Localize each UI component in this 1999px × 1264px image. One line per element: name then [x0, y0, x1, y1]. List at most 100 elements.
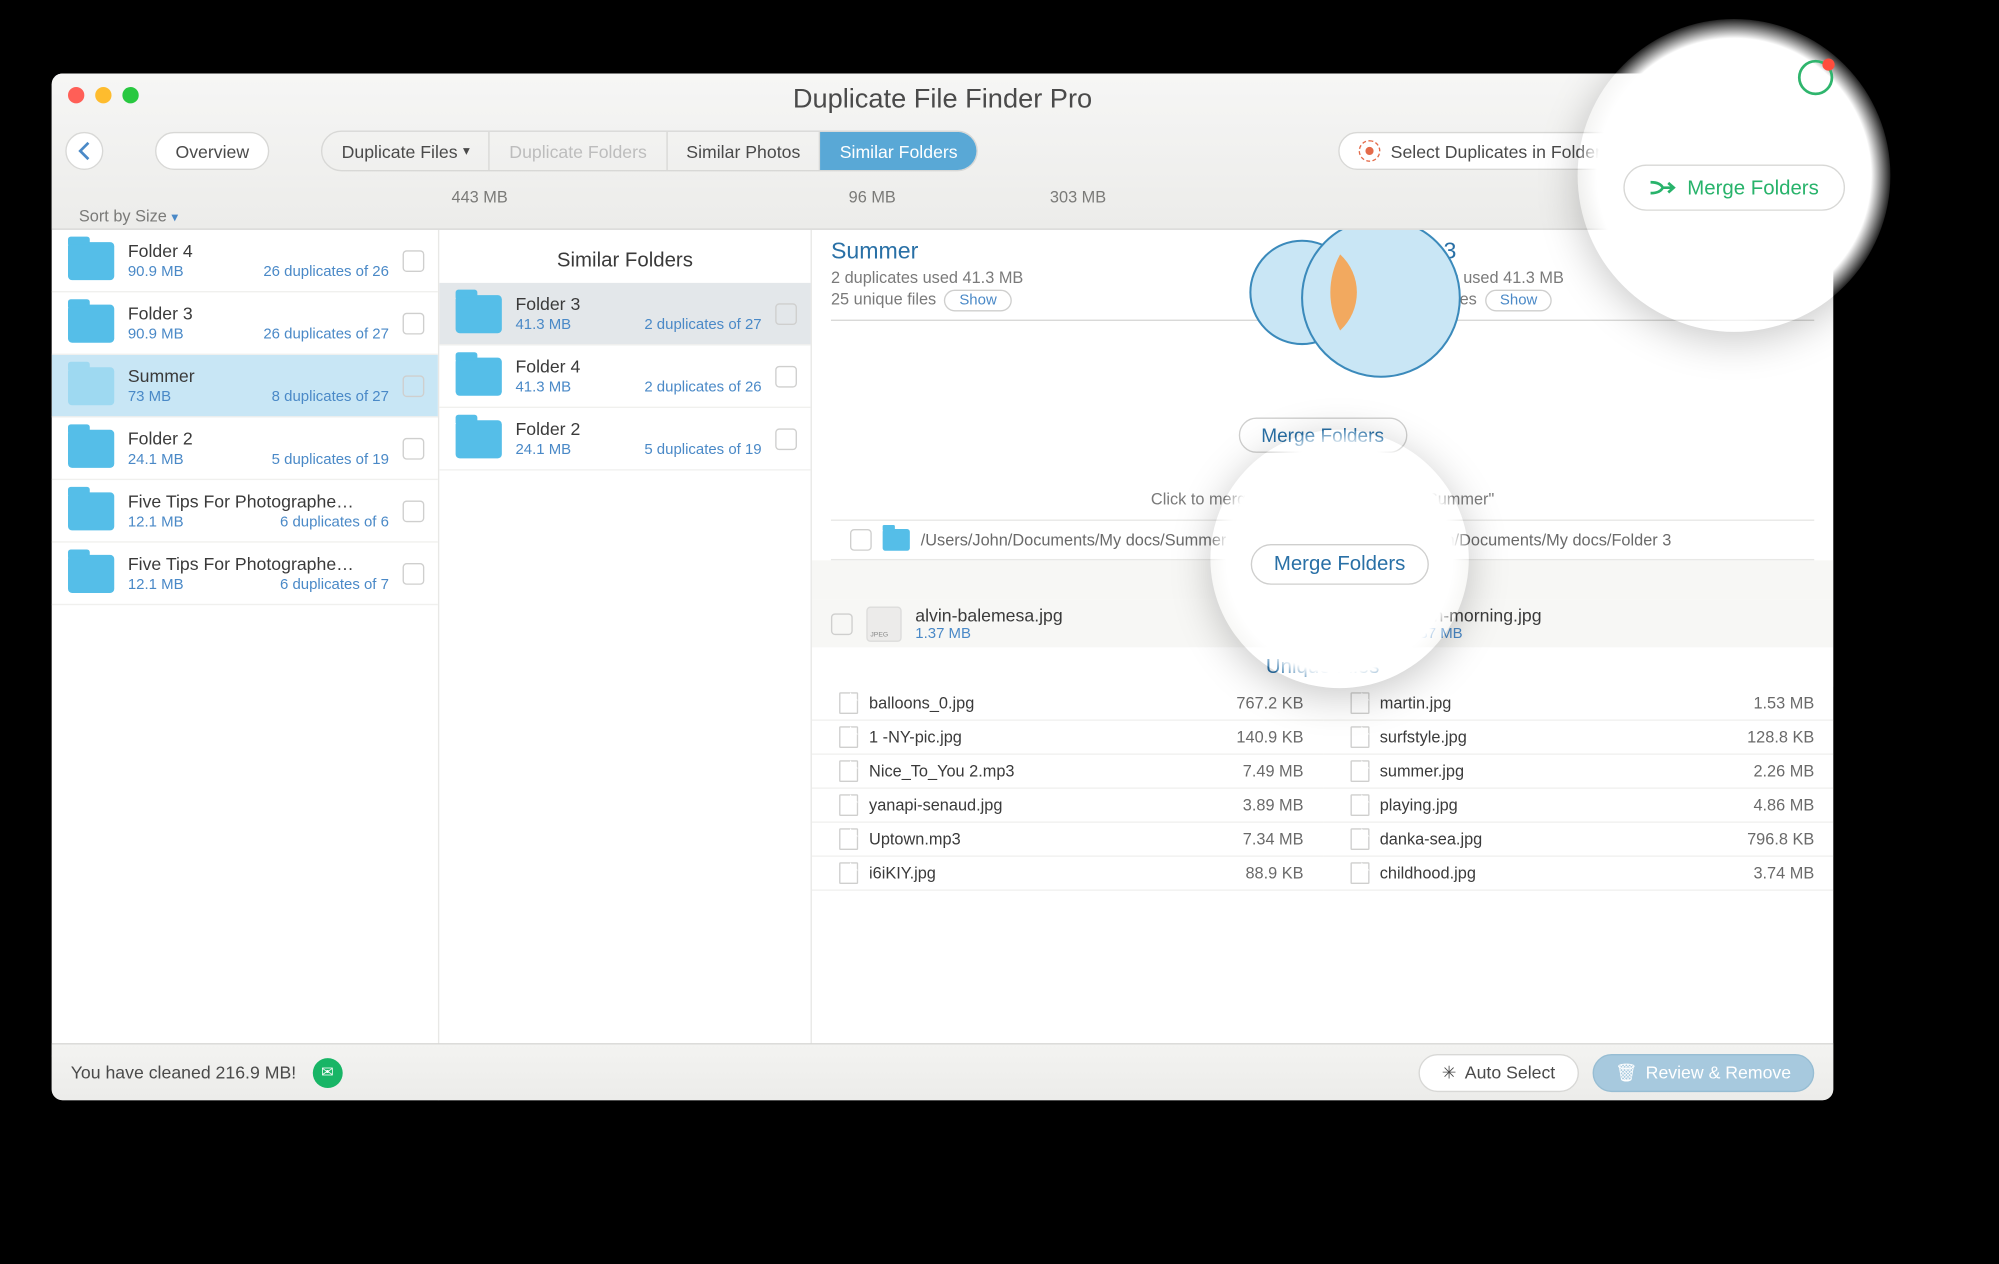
folder-icon: [68, 429, 114, 467]
left-dup-info: 2 duplicates used 41.3 MB: [831, 268, 1274, 287]
item-name: Five Tips For Photographe…: [128, 554, 389, 574]
merge-folders-inner-button[interactable]: Merge Folders: [1238, 418, 1407, 453]
unique-file-left[interactable]: balloons_0.jpg767.2 KB: [812, 687, 1323, 721]
unique-file-right[interactable]: martin.jpg1.53 MB: [1323, 687, 1834, 721]
checkbox[interactable]: [1323, 613, 1345, 635]
tab-similar-folders[interactable]: Similar Folders: [821, 132, 977, 170]
app-title: Duplicate File Finder Pro: [52, 73, 1834, 115]
list-item[interactable]: Folder 2 24.1 MB5 duplicates of 19: [439, 408, 810, 471]
maximize-icon[interactable]: [122, 87, 138, 103]
item-name: Folder 3: [515, 294, 761, 314]
list-item[interactable]: Five Tips For Photographe… 12.1 MB6 dupl…: [52, 480, 438, 543]
folder-icon: [68, 492, 114, 530]
back-button[interactable]: [65, 132, 103, 170]
checkbox[interactable]: [403, 375, 425, 397]
unique-file-left[interactable]: Nice_To_You 2.mp37.49 MB: [812, 755, 1323, 789]
detail-panel: Summer 2 duplicates used 41.3 MB 25 uniq…: [812, 230, 1833, 1100]
unique-file-left[interactable]: 1 -NY-pic.jpg140.9 KB: [812, 721, 1323, 755]
sort-dropdown[interactable]: Sort by Size ▾: [79, 207, 178, 226]
left-show-button[interactable]: Show: [944, 290, 1011, 312]
file-icon: [839, 692, 858, 714]
checkbox[interactable]: [403, 500, 425, 522]
item-size: 90.9 MB: [128, 264, 184, 280]
select-duplicates-button[interactable]: Select Duplicates in Folder: [1338, 132, 1622, 170]
file-icon: [1350, 726, 1369, 748]
unique-file-left[interactable]: yanapi-senaud.jpg3.89 MB: [812, 789, 1323, 823]
tab-duplicate-files[interactable]: Duplicate Files▾: [323, 132, 491, 170]
auto-select-button[interactable]: ✳Auto Select: [1419, 1053, 1579, 1091]
list-item[interactable]: Summer 73 MB8 duplicates of 27: [52, 355, 438, 418]
item-name: Folder 2: [128, 428, 389, 448]
file-icon: [1350, 862, 1369, 884]
folder-icon: [456, 420, 502, 458]
folder-icon: [68, 241, 114, 279]
item-name: Folder 4: [128, 241, 389, 261]
file-icon: [839, 760, 858, 782]
folder-icon: [68, 367, 114, 405]
similar-folders-panel: Similar Folders Folder 3 41.3 MB2 duplic…: [439, 230, 812, 1100]
tab-similar-photos[interactable]: Similar Photos: [667, 132, 820, 170]
checkbox[interactable]: [850, 529, 872, 551]
file-name: alvin-balemesa.jpg: [915, 605, 1062, 625]
item-dups: 26 duplicates of 26: [263, 264, 389, 280]
left-unique-count: 25 unique files: [831, 290, 936, 309]
folder-icon: [68, 554, 114, 592]
item-dups: 2 duplicates of 27: [644, 317, 761, 333]
item-dups: 26 duplicates of 27: [263, 326, 389, 342]
checkbox[interactable]: [775, 428, 797, 450]
checkbox[interactable]: [403, 437, 425, 459]
merge-icon: [1653, 141, 1677, 160]
file-icon: [1350, 760, 1369, 782]
unique-file-left[interactable]: Uptown.mp37.34 MB: [812, 823, 1323, 857]
merge-folders-button[interactable]: Merge Folders: [1632, 132, 1819, 170]
item-size: 12.1 MB: [128, 577, 184, 593]
item-size: 90.9 MB: [128, 326, 184, 342]
window-controls: [68, 87, 139, 103]
list-item[interactable]: Folder 4 41.3 MB2 duplicates of 26: [439, 345, 810, 408]
item-size: 12.1 MB: [128, 514, 184, 530]
file-icon: [839, 828, 858, 850]
list-item[interactable]: Folder 4 90.9 MB 26 duplicates of 26: [52, 230, 438, 293]
unique-file-right[interactable]: summer.jpg2.26 MB: [1323, 755, 1834, 789]
checkbox[interactable]: [403, 562, 425, 584]
checkbox[interactable]: [403, 250, 425, 272]
folder-icon: [68, 304, 114, 342]
unique-file-right[interactable]: surfstyle.jpg128.8 KB: [1323, 721, 1834, 755]
minimize-icon[interactable]: [95, 87, 111, 103]
item-size: 24.1 MB: [128, 452, 184, 468]
target-icon: [1358, 140, 1380, 162]
item-name: Folder 2: [515, 419, 761, 439]
item-size: 41.3 MB: [515, 317, 571, 333]
checkbox[interactable]: [831, 613, 853, 635]
table-row: 1 -NY-pic.jpg140.9 KB surfstyle.jpg128.8…: [812, 721, 1833, 755]
size-similar-photos: 96 MB: [849, 188, 896, 207]
sparkle-icon: ✳: [1442, 1061, 1457, 1083]
unique-file-left[interactable]: i6iKIY.jpg88.9 KB: [812, 857, 1323, 891]
review-remove-button[interactable]: 🗑Review & Remove: [1592, 1053, 1814, 1091]
button-label: Select Duplicates in Folder: [1391, 141, 1601, 161]
checkbox[interactable]: [775, 303, 797, 325]
overview-button[interactable]: Overview: [155, 132, 269, 170]
list-item[interactable]: Folder 3 41.3 MB 2 duplicates of 27: [439, 283, 810, 346]
table-row: Nice_To_You 2.mp37.49 MB summer.jpg2.26 …: [812, 755, 1833, 789]
item-dups: 2 duplicates of 26: [644, 379, 761, 395]
unique-file-right[interactable]: playing.jpg4.86 MB: [1323, 789, 1834, 823]
checkbox[interactable]: [775, 365, 797, 387]
checkbox[interactable]: [403, 312, 425, 334]
list-item[interactable]: Folder 3 90.9 MB 26 duplicates of 27: [52, 292, 438, 355]
folder-icon: [456, 294, 502, 332]
unique-file-right[interactable]: danka-sea.jpg796.8 KB: [1323, 823, 1834, 857]
unique-file-right[interactable]: childhood.jpg3.74 MB: [1323, 857, 1834, 891]
image-thumb-icon: [1358, 606, 1393, 641]
list-item[interactable]: Folder 2 24.1 MB5 duplicates of 19: [52, 418, 438, 481]
mail-icon[interactable]: ✉: [312, 1057, 342, 1087]
right-show-button[interactable]: Show: [1485, 290, 1552, 312]
file-icon: [839, 794, 858, 816]
tab-duplicate-folders[interactable]: Duplicate Folders: [490, 132, 667, 170]
folder-icon: [456, 357, 502, 395]
item-size: 41.3 MB: [515, 379, 571, 395]
list-item[interactable]: Five Tips For Photographe… 12.1 MB6 dupl…: [52, 543, 438, 606]
item-name: Folder 3: [128, 303, 389, 323]
file-size: 1.37 MB: [1407, 626, 1542, 642]
close-icon[interactable]: [68, 87, 84, 103]
